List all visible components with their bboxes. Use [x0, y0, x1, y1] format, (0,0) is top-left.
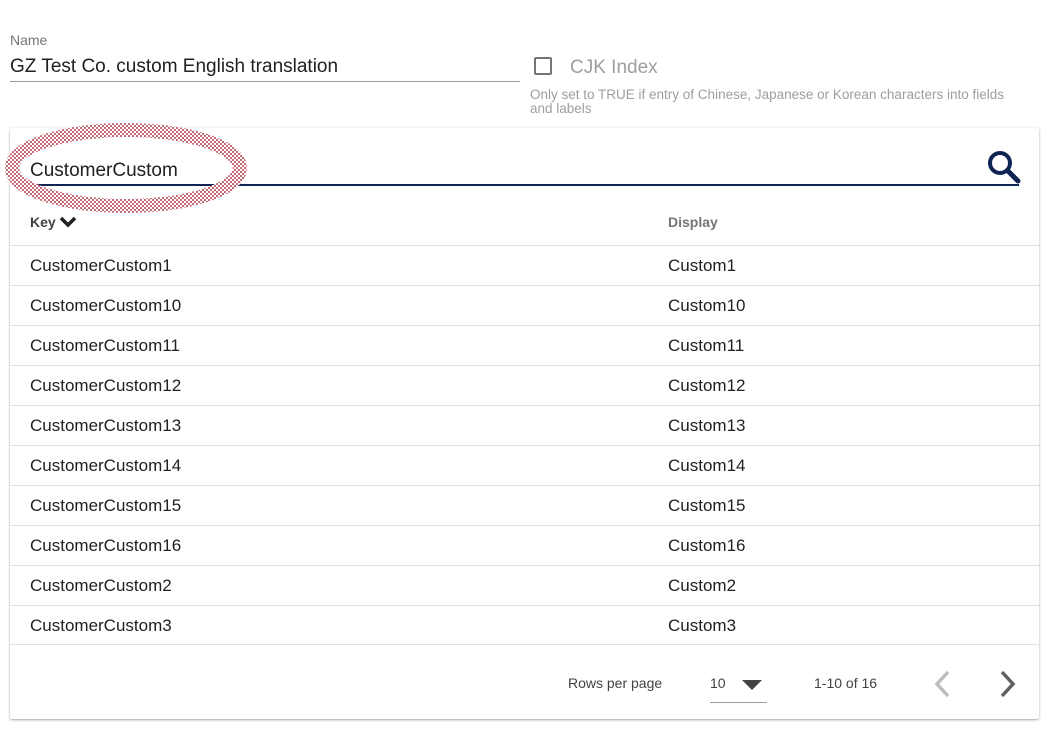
key-cell: CustomerCustom11	[30, 336, 180, 355]
search-underline	[30, 184, 1019, 186]
table-row[interactable]: CustomerCustom12 Custom12	[10, 365, 1039, 405]
pagination-range: 1-10 of 16	[814, 675, 878, 691]
rows-per-page-label: Rows per page	[568, 675, 663, 691]
column-header-key[interactable]: Key	[30, 214, 78, 230]
rows-per-page-select[interactable]: 10	[710, 668, 767, 703]
key-cell: CustomerCustom3	[30, 616, 172, 635]
table-row[interactable]: CustomerCustom2 Custom2	[10, 565, 1039, 605]
cjk-index-label: CJK Index	[570, 57, 658, 78]
name-input[interactable]	[10, 52, 520, 82]
key-cell: CustomerCustom16	[30, 536, 182, 555]
chevron-right-icon[interactable]	[992, 668, 1024, 700]
key-cell: CustomerCustom15	[30, 496, 182, 515]
search-icon[interactable]	[987, 150, 1021, 184]
table-row[interactable]: CustomerCustom3 Custom3	[10, 605, 1039, 645]
key-cell: CustomerCustom14	[30, 456, 182, 475]
display-cell: Custom3	[668, 616, 737, 635]
search-input[interactable]	[30, 156, 985, 186]
display-cell: Custom15	[668, 496, 746, 515]
cjk-index-hint: Only set to TRUE if entry of Chinese, Ja…	[530, 87, 1004, 116]
key-cell: CustomerCustom1	[30, 256, 172, 275]
translations-card: Key Display CustomerCustom1 Custom1 Cust…	[5, 123, 1039, 719]
display-cell: Custom14	[668, 456, 746, 475]
column-header-display[interactable]: Display	[668, 214, 718, 230]
table-row[interactable]: CustomerCustom15 Custom15	[10, 485, 1039, 525]
key-cell: CustomerCustom2	[30, 576, 172, 595]
table-body: CustomerCustom1 Custom1 CustomerCustom10…	[10, 245, 1039, 645]
display-cell: Custom16	[668, 536, 746, 555]
display-cell: Custom12	[668, 376, 746, 395]
display-cell: Custom2	[668, 576, 737, 595]
caret-down-icon	[742, 680, 762, 690]
display-cell: Custom11	[668, 336, 745, 355]
table-row[interactable]: CustomerCustom11 Custom11	[10, 325, 1039, 365]
table-row[interactable]: CustomerCustom1 Custom1	[10, 245, 1039, 285]
display-cell: Custom10	[668, 296, 746, 315]
key-cell: CustomerCustom12	[30, 376, 182, 395]
display-cell: Custom1	[668, 256, 737, 275]
chevron-left-icon[interactable]	[928, 668, 960, 700]
cjk-index-checkbox[interactable]	[534, 57, 552, 75]
chevron-down-icon	[59, 216, 76, 228]
rows-per-page-value: 10	[710, 675, 726, 691]
column-header-key-label: Key	[30, 214, 56, 230]
table-row[interactable]: CustomerCustom13 Custom13	[10, 405, 1039, 445]
table-row[interactable]: CustomerCustom14 Custom14	[10, 445, 1039, 485]
name-label: Name	[10, 32, 48, 48]
table-row[interactable]: CustomerCustom16 Custom16	[10, 525, 1039, 565]
key-cell: CustomerCustom13	[30, 416, 182, 435]
display-cell: Custom13	[668, 416, 746, 435]
table-row[interactable]: CustomerCustom10 Custom10	[10, 285, 1039, 325]
key-cell: CustomerCustom10	[30, 296, 182, 315]
